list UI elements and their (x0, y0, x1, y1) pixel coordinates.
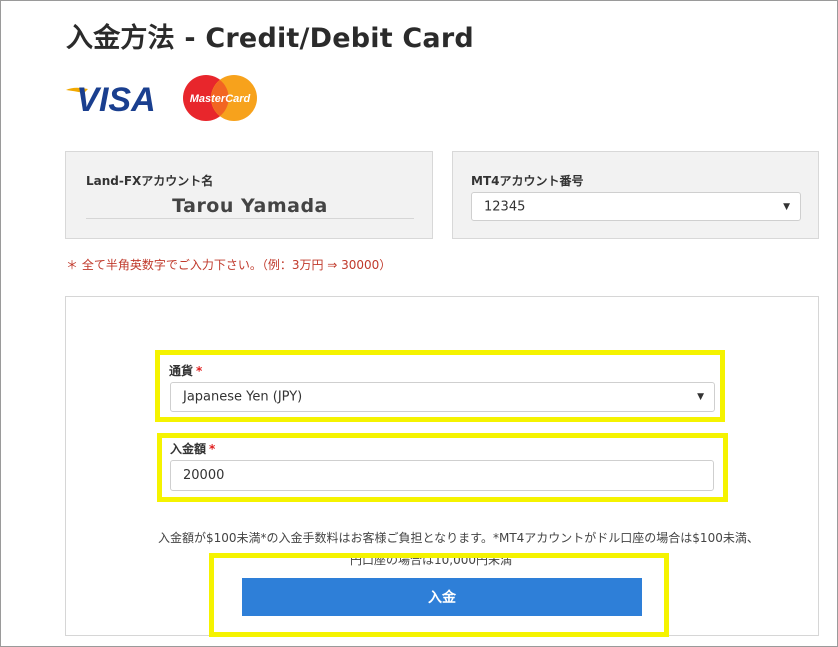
mt4-account-label: MT4アカウント番号 (471, 174, 584, 188)
mt4-account-selected: 12345 (484, 199, 526, 214)
submit-highlight-box (209, 553, 669, 637)
visa-logo: VISA (66, 81, 156, 116)
account-name-value: Tarou Yamada (86, 195, 414, 219)
amount-highlight-box (157, 433, 728, 502)
fee-note: 入金額が$100未満*の入金手数料はお客様ご負担となります。*MT4アカウントが… (158, 531, 759, 545)
mt4-account-select[interactable]: 12345 ▼ (471, 192, 801, 221)
account-name-label: Land-FXアカウント名 (86, 174, 214, 188)
mastercard-logo: MasterCard (183, 75, 257, 121)
visa-logo-text: VISA (76, 81, 155, 116)
input-notice: ＊ 全て半角英数字でご入力下さい。（例：3万円 ⇒ 30000） (66, 258, 392, 272)
page-title: 入金方法 - Credit/Debit Card (66, 23, 474, 54)
chevron-down-icon: ▼ (783, 201, 790, 212)
mt4-account-panel: MT4アカウント番号 12345 ▼ (452, 151, 819, 239)
currency-highlight-box (155, 350, 725, 422)
account-name-panel: Land-FXアカウント名 Tarou Yamada (65, 151, 433, 239)
mastercard-logo-text: MasterCard (190, 93, 251, 105)
